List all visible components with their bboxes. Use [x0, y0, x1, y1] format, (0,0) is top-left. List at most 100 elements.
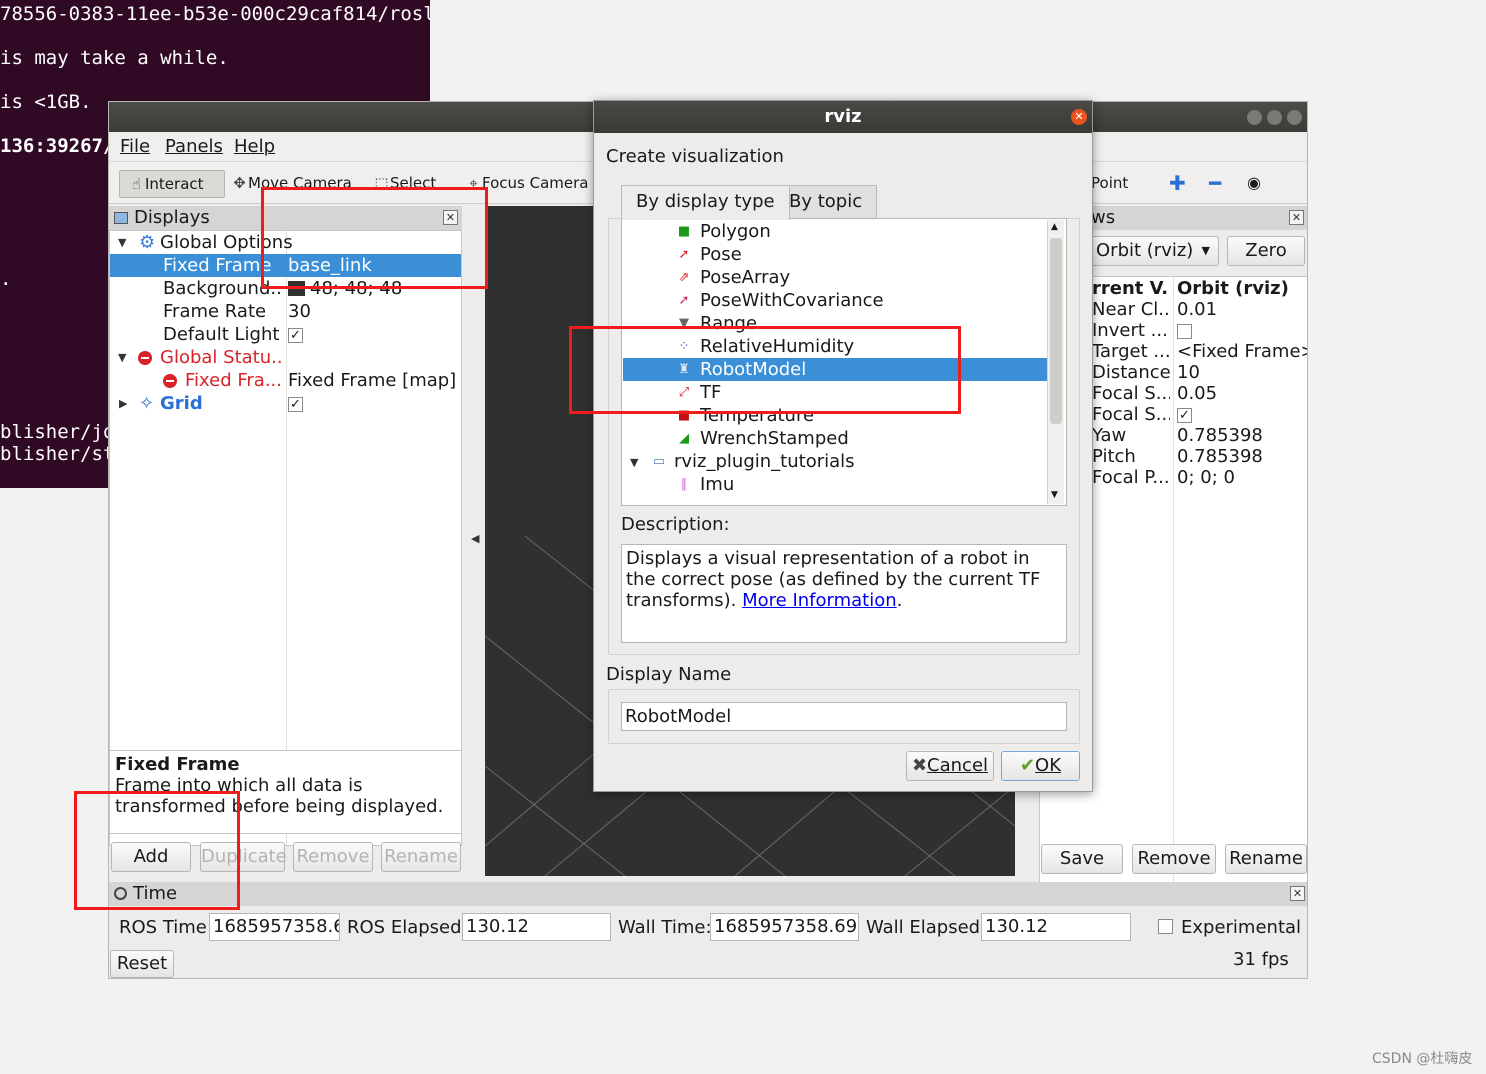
- focal-shape-checkbox[interactable]: ✓: [1177, 407, 1192, 423]
- scroll-up-icon[interactable]: ▲: [1051, 222, 1058, 232]
- fps-counter: 31 fps: [1233, 949, 1289, 970]
- experimental-checkbox[interactable]: [1158, 919, 1173, 934]
- prop-value: Orbit (rviz): [1177, 278, 1289, 299]
- list-item-rviz-plugin-tutorials[interactable]: ▼ ▭ rviz_plugin_tutorials: [623, 450, 1047, 473]
- remove-tool-icon[interactable]: ━: [1209, 170, 1221, 198]
- splitter-arrow-icon[interactable]: ◀: [471, 532, 479, 545]
- description-end: .: [896, 590, 903, 611]
- check-icon: ✔: [1019, 755, 1036, 776]
- prop-value[interactable]: 10: [1177, 362, 1200, 383]
- close-icon[interactable]: ✕: [1071, 109, 1087, 125]
- tree-row-global-status[interactable]: ▼ Global Statu...: [110, 346, 461, 369]
- frame-rate-value[interactable]: 30: [288, 300, 458, 323]
- publish-point-tool[interactable]: Point: [1091, 170, 1128, 198]
- menu-panels[interactable]: Panels: [165, 136, 223, 157]
- reset-button[interactable]: Reset: [110, 950, 174, 978]
- list-item-pose-with-covariance[interactable]: ➚ PoseWithCovariance: [623, 289, 1047, 312]
- prop-value[interactable]: 0.785398: [1177, 446, 1263, 467]
- maximize-icon[interactable]: [1267, 110, 1282, 125]
- ros-elapsed-label: ROS Elapsed:: [347, 917, 468, 938]
- display-name-input[interactable]: RobotModel: [621, 702, 1067, 731]
- list-item-label: PoseArray: [700, 267, 791, 288]
- view-type-select[interactable]: Orbit (rviz) ▼: [1089, 236, 1219, 266]
- list-item-imu[interactable]: ∥ Imu: [623, 473, 1047, 496]
- rename-display-button[interactable]: Rename: [381, 842, 461, 872]
- list-item-pose-array[interactable]: ⇗ PoseArray: [623, 266, 1047, 289]
- list-item-label: PoseWithCovariance: [700, 290, 884, 311]
- tab-by-display-type[interactable]: By display type: [621, 185, 790, 220]
- list-item-wrench-stamped[interactable]: ◢ WrenchStamped: [623, 427, 1047, 450]
- prop-key: Focal S...: [1092, 383, 1170, 404]
- minimize-icon[interactable]: [1247, 110, 1262, 125]
- prop-key: Invert ...: [1092, 320, 1168, 341]
- cancel-icon: ✖: [911, 755, 928, 776]
- pose-array-icon: ⇗: [678, 270, 690, 285]
- menu-file[interactable]: File: [120, 136, 150, 157]
- list-scrollbar[interactable]: ▲ ▼: [1047, 220, 1064, 504]
- list-item-polygon[interactable]: ■ Polygon: [623, 220, 1047, 243]
- remove-display-button[interactable]: Remove: [293, 842, 373, 872]
- wall-time-label: Wall Time:: [618, 917, 712, 938]
- wrench-icon: ◢: [679, 431, 689, 446]
- add-tool-icon[interactable]: ✚: [1169, 170, 1186, 198]
- tree-row-fixed-frame-status[interactable]: Fixed Fra... Fixed Frame [map]...: [110, 369, 461, 392]
- error-icon: [163, 374, 177, 388]
- interact-tool[interactable]: ☝ Interact: [119, 170, 225, 198]
- time-panel-header: Time ✕: [109, 882, 1307, 906]
- expand-arrow-icon[interactable]: ▼: [118, 346, 126, 369]
- interact-label: Interact: [145, 175, 204, 193]
- list-item-pose[interactable]: ➚ Pose: [623, 243, 1047, 266]
- list-item-label: Polygon: [700, 221, 771, 242]
- prop-value[interactable]: 0.01: [1177, 299, 1217, 320]
- prop-value[interactable]: <Fixed Frame>: [1177, 341, 1307, 362]
- tree-row-grid[interactable]: ▶ ✧ Grid ✓: [110, 392, 461, 415]
- close-icon[interactable]: ✕: [1289, 210, 1304, 225]
- terminal-line: is may take a while.: [0, 47, 229, 69]
- scrollbar-thumb[interactable]: [1050, 238, 1062, 424]
- prop-value[interactable]: 0; 0; 0: [1177, 467, 1235, 488]
- pose-icon: ➚: [678, 247, 690, 262]
- ros-elapsed-field[interactable]: 130.12: [462, 913, 611, 941]
- save-view-button[interactable]: Save: [1041, 844, 1123, 874]
- tree-row-default-light[interactable]: Default Light ✓: [110, 323, 461, 346]
- terminal-line: blisher/joi: [0, 421, 126, 443]
- wall-elapsed-field[interactable]: 130.12: [981, 913, 1131, 941]
- move-icon: ✥: [233, 174, 246, 192]
- close-icon[interactable]: ✕: [1290, 886, 1305, 901]
- terminal-line: 136:39267/: [0, 135, 115, 157]
- terminal-line: 78556-0383-11ee-b53e-000c29caf814/rosla: [0, 3, 430, 25]
- rename-view-button[interactable]: Rename: [1225, 844, 1307, 874]
- ok-label: OK: [1035, 755, 1062, 776]
- zero-button[interactable]: Zero: [1227, 236, 1305, 266]
- tree-label: Fixed Frame: [163, 255, 272, 276]
- description-box: Displays a visual representation of a ro…: [621, 544, 1067, 643]
- collapse-arrow-icon[interactable]: ▶: [119, 392, 127, 415]
- remove-view-button[interactable]: Remove: [1132, 844, 1216, 874]
- focus-camera-label: Focus Camera: [482, 174, 589, 192]
- grid-checkbox[interactable]: ✓: [288, 396, 303, 412]
- ros-time-field[interactable]: 1685957358.65: [209, 913, 340, 941]
- wall-time-field[interactable]: 1685957358.69: [710, 913, 859, 941]
- terminal-line: is <1GB.: [0, 91, 92, 113]
- tree-row-frame-rate[interactable]: Frame Rate 30: [110, 300, 461, 323]
- cancel-button[interactable]: ✖Cancel: [906, 751, 994, 781]
- invert-checkbox[interactable]: [1177, 323, 1192, 339]
- watermark: CSDN @杜嗨皮: [1372, 1051, 1473, 1067]
- prop-key: Target ...: [1092, 341, 1170, 362]
- dialog-heading: Create visualization: [606, 146, 784, 167]
- eye-icon[interactable]: ◉: [1247, 170, 1261, 198]
- chevron-down-icon: ▼: [1201, 244, 1210, 257]
- ros-time-label: ROS Time:: [119, 917, 213, 938]
- more-information-link[interactable]: More Information: [742, 590, 897, 611]
- prop-value[interactable]: 0.05: [1177, 383, 1217, 404]
- expand-arrow-icon[interactable]: ▼: [118, 231, 126, 254]
- expand-arrow-icon[interactable]: ▼: [630, 451, 638, 474]
- list-item-label: WrenchStamped: [700, 428, 849, 449]
- default-light-checkbox[interactable]: ✓: [288, 327, 303, 343]
- menu-help[interactable]: Help: [234, 136, 275, 157]
- experimental-label: Experimental: [1181, 917, 1302, 938]
- close-icon[interactable]: [1287, 110, 1302, 125]
- ok-button[interactable]: ✔OK: [1001, 751, 1080, 781]
- prop-value[interactable]: 0.785398: [1177, 425, 1263, 446]
- scroll-down-icon[interactable]: ▼: [1051, 490, 1058, 500]
